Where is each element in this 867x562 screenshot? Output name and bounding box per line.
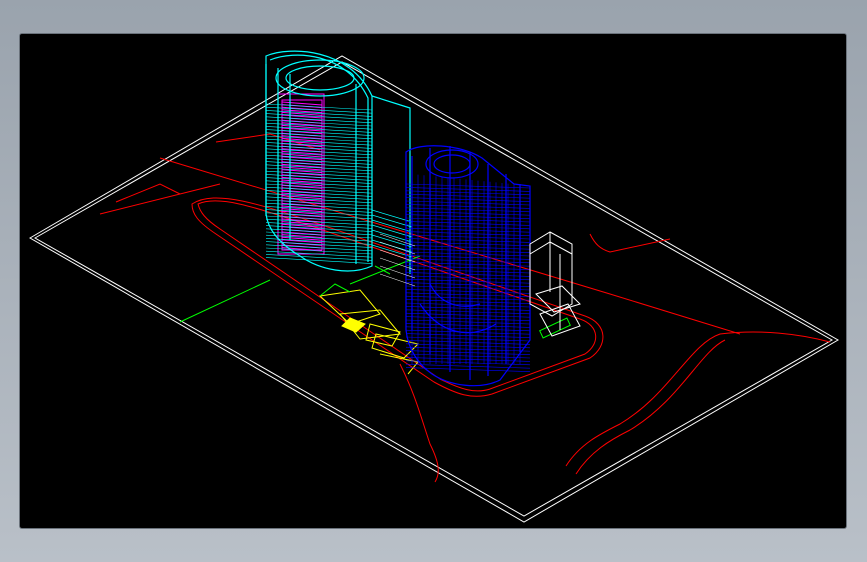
green-reference-line <box>179 255 421 323</box>
cad-viewport[interactable] <box>20 34 846 528</box>
tower-a <box>265 50 413 274</box>
cad-drawing-canvas[interactable] <box>20 34 846 528</box>
app-window <box>0 0 867 562</box>
small-block <box>529 231 581 337</box>
